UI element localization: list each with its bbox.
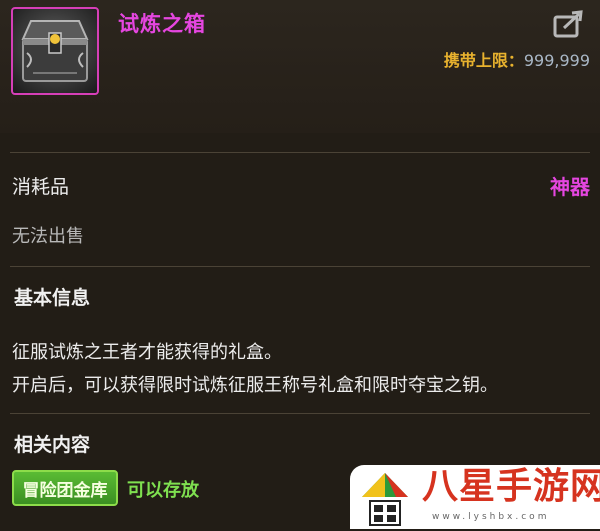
item-type: 消耗品 <box>12 176 70 198</box>
site-name: 八星手游网 <box>422 466 600 507</box>
guild-vault-tag-button[interactable]: 冒险团金库 <box>12 470 118 506</box>
treasure-chest-icon <box>11 7 99 95</box>
divider <box>10 152 590 153</box>
storable-note: 可以存放 <box>127 480 199 501</box>
carry-limit: 携带上限：999,999 <box>444 47 590 71</box>
divider <box>10 413 590 414</box>
trade-status: 无法出售 <box>12 226 84 247</box>
share-icon[interactable] <box>552 9 586 39</box>
site-watermark: 八星手游网 www.lyshbx.com <box>350 465 600 529</box>
item-name: 试炼之箱 <box>118 12 206 36</box>
description-line: 开启后，可以获得限时试炼征服王称号礼盒和限时夺宝之钥。 <box>12 375 498 396</box>
carry-limit-value: 999,999 <box>523 51 590 70</box>
related-title: 相关内容 <box>14 434 91 456</box>
site-logo-icon <box>356 467 414 527</box>
description-line: 征服试炼之王者才能获得的礼盒。 <box>12 342 282 363</box>
carry-limit-label: 携带上限： <box>443 51 524 70</box>
divider <box>10 266 590 267</box>
item-grade: 神器 <box>550 175 590 199</box>
site-url: www.lyshbx.com <box>432 512 550 522</box>
basic-info-title: 基本信息 <box>14 287 91 309</box>
